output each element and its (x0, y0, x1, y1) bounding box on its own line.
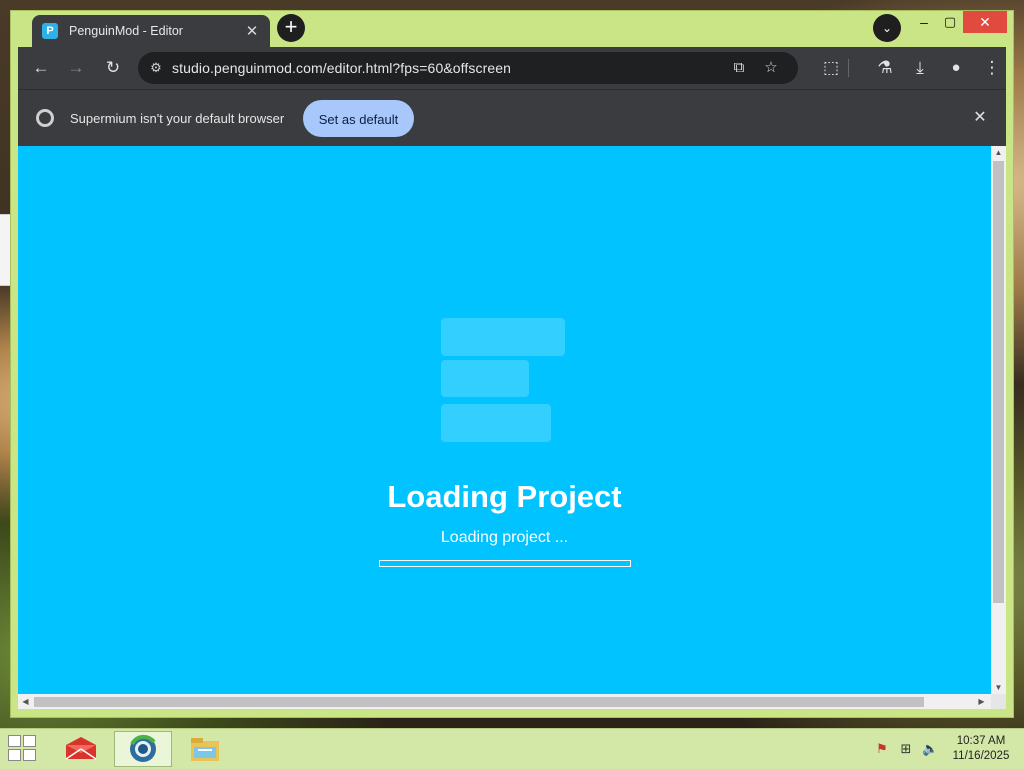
reload-button[interactable]: ↻ (101, 56, 125, 80)
horizontal-scrollbar[interactable]: ◀ ▶ (18, 694, 991, 709)
infobar-message: Supermium isn't your default browser (70, 111, 285, 126)
back-button[interactable]: ← (29, 56, 53, 80)
tray-action-center-icon[interactable]: ⚑ (874, 741, 890, 757)
tab-close-icon[interactable]: ✕ (244, 22, 260, 40)
scroll-right-arrow-icon[interactable]: ▶ (974, 694, 989, 709)
tab-search-button[interactable]: ⌄ (873, 14, 901, 42)
taskbar-app-browser-icon[interactable] (114, 731, 172, 767)
bookmark-star-icon[interactable]: ☆ (760, 57, 782, 79)
taskbar: ⚑ ⊞ 🔈 10:37 AM 11/16/2025 (0, 728, 1024, 769)
tray-volume-muted-icon[interactable]: 🔈 (922, 741, 938, 757)
set-as-default-button[interactable]: Set as default (303, 100, 414, 137)
profile-avatar-icon[interactable]: ● (944, 56, 968, 80)
minimize-button[interactable]: – (911, 11, 937, 33)
tab-title: PenguinMod - Editor (69, 24, 183, 38)
scroll-down-arrow-icon[interactable]: ▼ (991, 681, 1006, 694)
default-browser-infobar: Supermium isn't your default browser Set… (18, 89, 1006, 146)
horizontal-scroll-thumb[interactable] (34, 697, 924, 707)
loading-status: Loading project ... (440, 529, 569, 546)
browser-menu-icon[interactable]: ⋮ (980, 56, 1004, 80)
new-tab-button[interactable]: + (277, 14, 305, 42)
infobar-close-icon[interactable]: ✕ (970, 108, 990, 128)
tray-network-icon[interactable]: ⊞ (898, 741, 914, 757)
address-bar[interactable]: ⚙ studio.penguinmod.com/editor.html?fps=… (138, 52, 798, 84)
url-text[interactable]: studio.penguinmod.com/editor.html?fps=60… (172, 60, 511, 76)
downloads-icon[interactable]: ⤓ (908, 56, 932, 80)
vertical-scroll-thumb[interactable] (993, 161, 1004, 603)
start-windows-icon[interactable] (8, 735, 38, 763)
close-window-button[interactable]: ✕ (963, 11, 1007, 33)
taskbar-app-toolbox-icon[interactable] (52, 731, 110, 767)
tab-penguinmod-editor[interactable]: P PenguinMod - Editor ✕ (32, 15, 270, 47)
title-bar: P PenguinMod - Editor ✕ + ⌄ – ▢ ✕ (11, 11, 1013, 47)
page-viewport: Loading Project Loading project ... (18, 146, 991, 694)
browser-window: P PenguinMod - Editor ✕ + ⌄ – ▢ ✕ ← → ↻ … (10, 10, 1014, 718)
extensions-icon[interactable]: ⬚ (819, 56, 843, 80)
penguinmod-favicon-icon: P (42, 23, 58, 39)
forward-button[interactable]: → (64, 56, 88, 80)
loading-title: Loading Project (387, 479, 622, 514)
clock-time: 10:37 AM (956, 735, 1006, 747)
scroll-left-arrow-icon[interactable]: ◀ (18, 694, 33, 709)
code-blocks-logo-icon (441, 318, 567, 450)
scroll-up-arrow-icon[interactable]: ▲ (991, 146, 1006, 159)
maximize-button[interactable]: ▢ (937, 11, 963, 33)
browser-toolbar: ← → ↻ ⚙ studio.penguinmod.com/editor.htm… (18, 47, 1006, 89)
loading-progress-bar (379, 560, 631, 567)
install-app-icon[interactable]: ⧉ (728, 57, 750, 79)
site-info-icon[interactable]: ⚙ (146, 58, 166, 78)
toolbar-separator (848, 59, 849, 77)
labs-flask-icon[interactable]: ⚗ (873, 56, 897, 80)
clock-date: 11/16/2025 (952, 750, 1010, 762)
scrollbar-corner (991, 694, 1006, 709)
vertical-scrollbar[interactable]: ▲ ▼ (991, 146, 1006, 694)
taskbar-app-file-explorer-icon[interactable] (176, 731, 234, 767)
chromium-logo-icon (36, 109, 54, 127)
system-clock[interactable]: 10:37 AM 11/16/2025 (944, 734, 1018, 764)
